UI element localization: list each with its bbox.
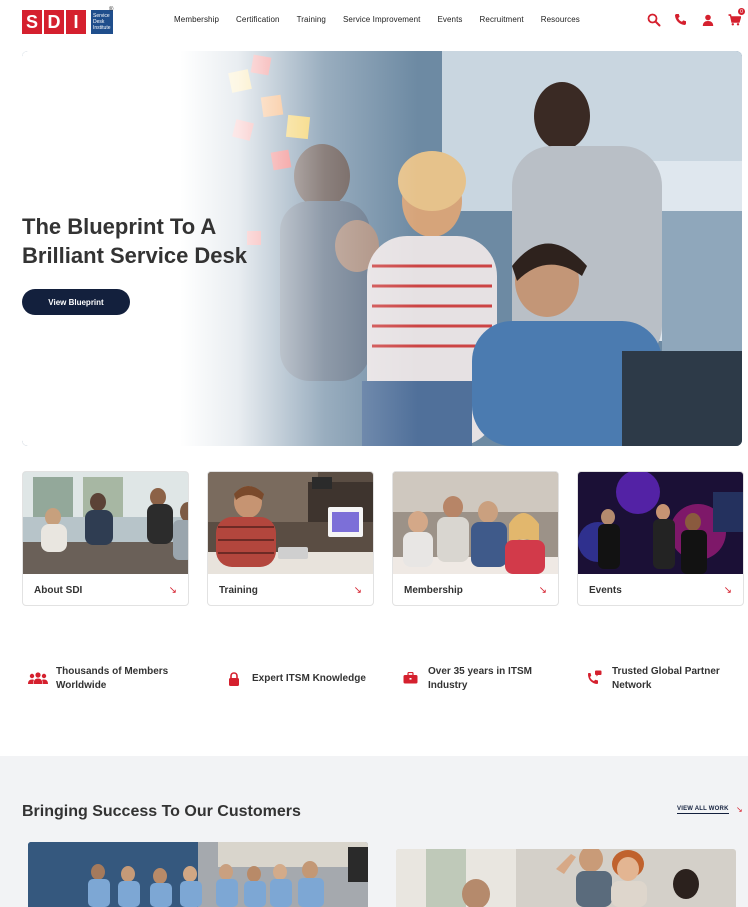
card-events[interactable]: Events ↘ bbox=[577, 471, 744, 606]
feature-years-line1: Over 35 years in ITSM bbox=[428, 666, 532, 677]
feature-members-line2: Worldwide bbox=[56, 680, 107, 691]
feature-partner-line1: Trusted Global Partner bbox=[612, 666, 720, 677]
card-label-about-sdi: About SDI bbox=[34, 585, 83, 596]
feature-members-text: Thousands of Members Worldwide bbox=[56, 665, 168, 693]
card-footer: Membership ↘ bbox=[393, 574, 558, 605]
arrow-down-right-icon: ↘ bbox=[736, 805, 743, 814]
nav-item-certification[interactable]: Certification bbox=[236, 15, 280, 24]
arrow-down-right-icon: ↘ bbox=[353, 585, 362, 596]
feature-members-line1: Thousands of Members bbox=[56, 666, 169, 677]
hero-title: The Blueprint To A Brilliant Service Des… bbox=[22, 212, 322, 270]
success-section-title: Bringing Success To Our Customers bbox=[22, 803, 301, 820]
about-sdi-photo bbox=[23, 472, 188, 574]
feature-members: Thousands of Members Worldwide bbox=[28, 665, 168, 693]
nav-item-membership[interactable]: Membership bbox=[174, 15, 219, 24]
cart-count-badge: 0 bbox=[738, 8, 745, 15]
nav-item-service-improvement[interactable]: Service Improvement bbox=[343, 15, 420, 24]
customer-success-section: Bringing Success To Our Customers VIEW A… bbox=[0, 756, 748, 907]
phone-chat-icon bbox=[584, 670, 604, 685]
cart-icon[interactable]: 0 bbox=[727, 8, 745, 27]
training-photo bbox=[208, 472, 373, 574]
feature-years-line2: Industry bbox=[428, 680, 468, 691]
card-label-events: Events bbox=[589, 585, 622, 596]
events-photo bbox=[578, 472, 743, 574]
view-blueprint-button[interactable]: View Blueprint bbox=[22, 289, 130, 315]
search-icon[interactable] bbox=[646, 12, 661, 27]
membership-photo bbox=[393, 472, 558, 574]
header-actions: 0 bbox=[646, 8, 745, 27]
arrow-down-right-icon: ↘ bbox=[538, 585, 547, 596]
card-footer: Training ↘ bbox=[208, 574, 373, 605]
nav-item-training[interactable]: Training bbox=[297, 15, 326, 24]
hero-banner: The Blueprint To A Brilliant Service Des… bbox=[22, 51, 742, 446]
feature-itsm-text: Expert ITSM Knowledge bbox=[252, 672, 366, 686]
logo-subtext-3: Institute bbox=[93, 25, 111, 31]
view-all-work-link[interactable]: VIEW ALL WORK bbox=[677, 806, 729, 814]
case-study-celebration-photo[interactable] bbox=[396, 849, 736, 907]
sdi-logo[interactable]: S D I Service Desk Institute ® bbox=[22, 7, 114, 34]
nav-item-resources[interactable]: Resources bbox=[541, 15, 580, 24]
main-nav: Membership Certification Training Servic… bbox=[174, 15, 597, 24]
feature-itsm-knowledge: Expert ITSM Knowledge bbox=[224, 672, 366, 686]
members-icon bbox=[28, 671, 48, 685]
feature-years-text: Over 35 years in ITSM Industry bbox=[428, 665, 532, 693]
feature-partner-line2: Network bbox=[612, 680, 652, 691]
briefcase-icon bbox=[400, 671, 420, 685]
card-label-membership: Membership bbox=[404, 585, 463, 596]
feature-highlights: Thousands of Members Worldwide Expert IT… bbox=[28, 665, 748, 699]
logo-letter-d: D bbox=[44, 10, 64, 34]
card-about-sdi[interactable]: About SDI ↘ bbox=[22, 471, 189, 606]
user-icon[interactable] bbox=[700, 12, 715, 27]
card-label-training: Training bbox=[219, 585, 258, 596]
case-study-team-photo[interactable] bbox=[28, 842, 368, 907]
arrow-down-right-icon: ↘ bbox=[168, 585, 177, 596]
card-footer: Events ↘ bbox=[578, 574, 743, 605]
logo-letter-s: S bbox=[22, 10, 42, 34]
logo-subtext-box: Service Desk Institute bbox=[91, 10, 113, 34]
hero-title-line1: The Blueprint To A bbox=[22, 214, 217, 239]
feature-itsm-line1: Expert ITSM Knowledge bbox=[252, 673, 366, 684]
hero-title-line2: Brilliant Service Desk bbox=[22, 243, 248, 268]
lock-icon bbox=[224, 672, 244, 686]
feature-years-industry: Over 35 years in ITSM Industry bbox=[400, 665, 532, 693]
card-footer: About SDI ↘ bbox=[23, 574, 188, 605]
nav-item-events[interactable]: Events bbox=[437, 15, 462, 24]
logo-letter-i: I bbox=[66, 10, 86, 34]
card-membership[interactable]: Membership ↘ bbox=[392, 471, 559, 606]
nav-item-recruitment[interactable]: Recruitment bbox=[480, 15, 524, 24]
phone-icon[interactable] bbox=[673, 12, 688, 27]
card-training[interactable]: Training ↘ bbox=[207, 471, 374, 606]
quick-link-cards: About SDI ↘ Training ↘ Membership ↘ Even… bbox=[22, 471, 744, 606]
arrow-down-right-icon: ↘ bbox=[723, 585, 732, 596]
feature-partner-text: Trusted Global Partner Network bbox=[612, 665, 720, 693]
feature-partner-network: Trusted Global Partner Network bbox=[584, 665, 720, 693]
site-header: S D I Service Desk Institute ® Membershi… bbox=[0, 0, 748, 44]
registered-mark: ® bbox=[109, 7, 114, 13]
